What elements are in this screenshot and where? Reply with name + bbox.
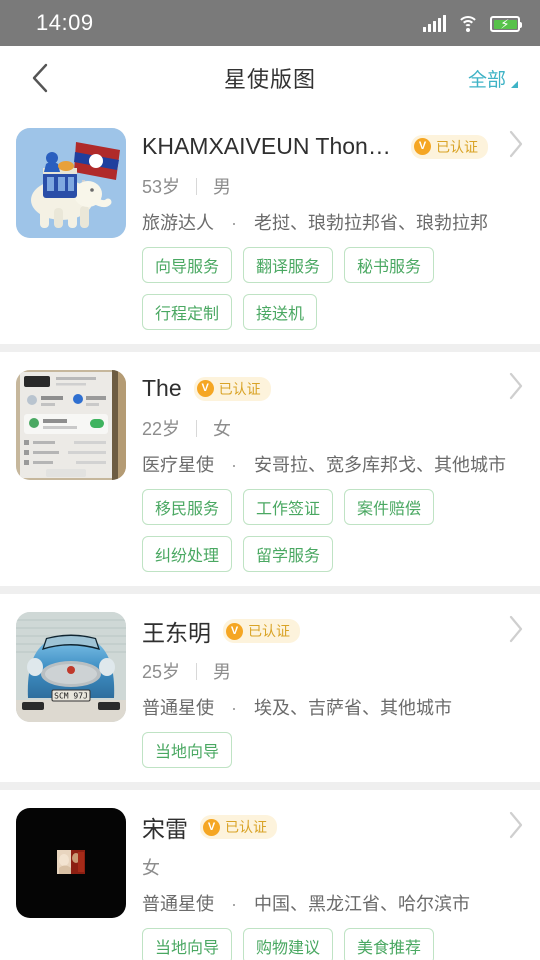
meta-divider [196,419,198,437]
item-location: 老挝、琅勃拉邦省、琅勃拉邦 [254,213,489,233]
list-item[interactable]: The V 已认证 22岁 女 医疗星使 · 安哥拉、宽多库邦戈、其他城市 移民服… [0,352,540,586]
item-body: 宋雷 V 已认证 女 普通星使 · 中国、黑龙江省、哈尔滨市 当地向导 购物建议美… [142,808,524,960]
filter-all-button[interactable]: 全部 [468,65,518,92]
item-gender: 女 [213,419,232,439]
service-tag[interactable]: 工作签证 [243,489,334,525]
service-tag[interactable]: 购物建议 [243,928,334,960]
item-tags: 向导服务 翻译服务 秘书服务行程定制 接送机 [142,247,524,330]
nav-bar: 星使版图 全部 [0,46,540,110]
status-time: 14:09 [36,10,94,35]
back-button[interactable] [20,58,60,98]
chevron-left-icon [31,63,49,93]
item-body: 王东明 V 已认证 25岁 男 普通星使 · 埃及、吉萨省、其他城市 当地向导 [142,612,524,768]
avatar[interactable] [16,128,126,238]
avatar[interactable] [16,370,126,480]
chevron-right-icon[interactable] [500,811,524,844]
item-description: 普通星使 · 埃及、吉萨省、其他城市 [142,694,524,720]
service-tag[interactable]: 秘书服务 [344,247,435,283]
item-body: KHAMXAIVEUN Thongchanh V 已认证 53岁 男 旅游达人 ·… [142,128,524,330]
item-tags: 当地向导购物建议美食推荐游览陪同 [142,928,524,960]
meta-divider [196,177,198,195]
service-tag[interactable]: 移民服务 [142,489,233,525]
status-icons: ⚡ [423,14,522,32]
chevron-right-icon[interactable] [500,615,524,648]
service-tag[interactable]: 向导服务 [142,247,233,283]
item-name: 王东明 [142,620,211,646]
verified-label: 已认证 [225,819,267,835]
verified-check-icon: V [203,818,220,836]
avatar[interactable] [16,808,126,918]
item-description: 医疗星使 · 安哥拉、宽多库邦戈、其他城市 [142,451,524,477]
bullet-separator: · [231,894,238,914]
verified-badge: V 已认证 [200,815,277,839]
item-gender: 男 [213,662,232,682]
status-bar: 14:09 ⚡ [0,0,540,46]
item-name-row: 王东明 V 已认证 [142,614,524,648]
bullet-separator: · [231,213,238,233]
list-item[interactable]: 宋雷 V 已认证 女 普通星使 · 中国、黑龙江省、哈尔滨市 当地向导 购物建议美… [0,790,540,960]
service-tag[interactable]: 案件赔偿 [344,489,435,525]
verified-label: 已认证 [248,623,290,639]
item-location: 安哥拉、宽多库邦戈、其他城市 [254,455,507,475]
item-gender: 女 [142,858,160,878]
list-item[interactable]: KHAMXAIVEUN Thongchanh V 已认证 53岁 男 旅游达人 ·… [0,110,540,344]
page-title: 星使版图 [223,67,316,92]
item-meta: 女 [142,854,524,880]
item-description: 普通星使 · 中国、黑龙江省、哈尔滨市 [142,890,524,916]
wifi-icon [457,15,479,32]
item-age: 25岁 [142,662,181,682]
item-name-row: KHAMXAIVEUN Thongchanh V 已认证 [142,130,524,163]
item-meta: 22岁 女 [142,415,524,441]
service-tag[interactable]: 纠纷处理 [142,536,233,572]
verified-badge: V 已认证 [223,619,300,643]
svg-text:SCM 97J: SCM 97J [54,692,88,701]
bullet-separator: · [231,698,238,718]
meta-divider [196,662,198,680]
item-meta: 25岁 男 [142,658,524,684]
service-tag[interactable]: 接送机 [243,294,318,330]
bullet-separator: · [231,455,238,475]
item-name: KHAMXAIVEUN Thongchanh [142,133,399,159]
service-tag[interactable]: 翻译服务 [243,247,334,283]
item-name-row: 宋雷 V 已认证 [142,810,524,844]
item-age: 53岁 [142,177,181,197]
service-tag[interactable]: 美食推荐 [344,928,435,960]
item-location: 中国、黑龙江省、哈尔滨市 [254,894,471,914]
service-tag[interactable]: 当地向导 [142,732,233,768]
item-name: 宋雷 [142,816,188,842]
verified-label: 已认证 [218,380,261,397]
signal-icon [423,14,446,32]
service-tag[interactable]: 行程定制 [142,294,233,330]
item-description: 旅游达人 · 老挝、琅勃拉邦省、琅勃拉邦 [142,209,524,235]
verified-label: 已认证 [436,138,478,155]
item-name-row: The V 已认证 [142,372,524,405]
verified-badge: V 已认证 [411,134,488,159]
item-tags: 移民服务 工作签证 案件赔偿纠纷处理 留学服务 [142,489,524,572]
item-body: The V 已认证 22岁 女 医疗星使 · 安哥拉、宽多库邦戈、其他城市 移民服… [142,370,524,572]
item-tags: 当地向导 [142,732,524,768]
battery-charging-icon: ⚡ [490,16,522,32]
item-age: 22岁 [142,419,181,439]
verified-badge: V 已认证 [193,376,271,401]
star-envoy-list[interactable]: KHAMXAIVEUN Thongchanh V 已认证 53岁男 旅游达人 ·… [0,110,540,960]
verified-check-icon: V [196,380,214,397]
chevron-right-icon[interactable] [500,372,524,405]
service-tag[interactable]: 当地向导 [142,928,233,960]
item-meta: 53岁 男 [142,173,524,199]
item-role: 普通星使 [142,698,214,718]
chevron-right-icon[interactable] [500,130,524,163]
service-tag[interactable]: 留学服务 [243,536,334,572]
list-item[interactable]: SCM 97J 王东明 V 已认证 25岁 男 普通星使 · 埃及、吉萨省、其他城… [0,594,540,782]
verified-check-icon: V [414,138,431,155]
item-role: 医疗星使 [142,455,214,475]
item-name: The [142,375,182,401]
filter-label: 全部 [467,69,506,91]
item-location: 埃及、吉萨省、其他城市 [254,698,453,718]
item-role: 普通星使 [142,894,214,914]
item-gender: 男 [213,177,232,197]
triangle-down-icon [511,80,518,88]
verified-check-icon: V [226,622,243,640]
avatar[interactable]: SCM 97J [16,612,126,722]
item-role: 旅游达人 [142,213,214,233]
